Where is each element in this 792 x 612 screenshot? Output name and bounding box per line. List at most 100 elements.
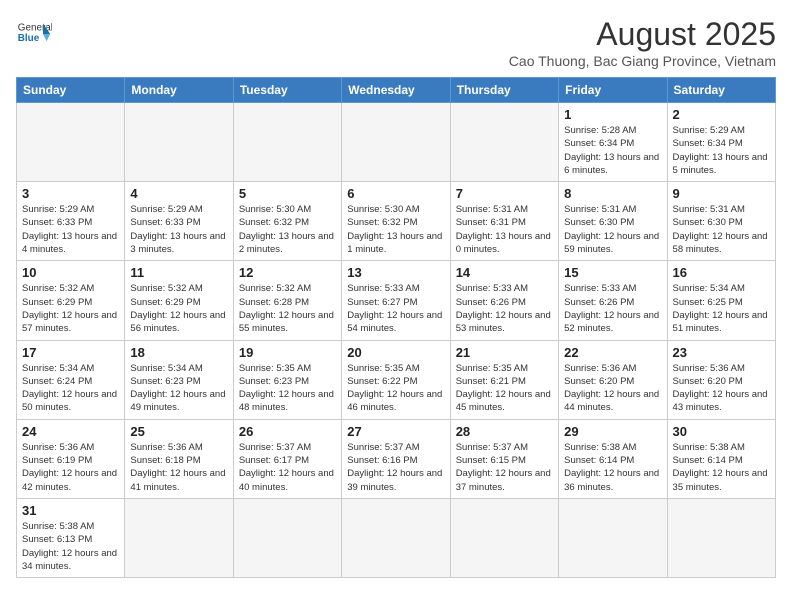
day-info: Sunrise: 5:34 AM Sunset: 6:23 PM Dayligh… xyxy=(130,362,227,415)
day-info: Sunrise: 5:36 AM Sunset: 6:20 PM Dayligh… xyxy=(564,362,661,415)
calendar-cell: 3 Sunrise: 5:29 AM Sunset: 6:33 PM Daylig… xyxy=(17,182,125,261)
logo-icon: General Blue xyxy=(16,16,52,52)
calendar-week-3: 10Sunrise: 5:32 AM Sunset: 6:29 PM Dayli… xyxy=(17,261,776,340)
day-info: Sunrise: 5:29 AM Sunset: 6:34 PM Dayligh… xyxy=(673,124,770,177)
calendar-cell xyxy=(450,103,558,182)
header-tuesday: Tuesday xyxy=(233,78,341,103)
header-monday: Monday xyxy=(125,78,233,103)
day-info: Sunrise: 5:35 AM Sunset: 6:21 PM Dayligh… xyxy=(456,362,553,415)
day-info: Sunrise: 5:32 AM Sunset: 6:29 PM Dayligh… xyxy=(130,282,227,335)
calendar-cell: 10Sunrise: 5:32 AM Sunset: 6:29 PM Dayli… xyxy=(17,261,125,340)
calendar-cell: 5Sunrise: 5:30 AM Sunset: 6:32 PM Daylig… xyxy=(233,182,341,261)
calendar-cell xyxy=(667,498,775,577)
calendar-cell xyxy=(233,103,341,182)
day-number: 17 xyxy=(22,345,119,360)
day-info: Sunrise: 5:37 AM Sunset: 6:16 PM Dayligh… xyxy=(347,441,444,494)
day-info: Sunrise: 5:31 AM Sunset: 6:30 PM Dayligh… xyxy=(673,203,770,256)
calendar-cell: 14Sunrise: 5:33 AM Sunset: 6:26 PM Dayli… xyxy=(450,261,558,340)
day-info: Sunrise: 5:35 AM Sunset: 6:22 PM Dayligh… xyxy=(347,362,444,415)
logo: General Blue xyxy=(16,16,52,52)
day-number: 29 xyxy=(564,424,661,439)
day-info: Sunrise: 5:31 AM Sunset: 6:31 PM Dayligh… xyxy=(456,203,553,256)
day-info: Sunrise: 5:33 AM Sunset: 6:26 PM Dayligh… xyxy=(564,282,661,335)
day-number: 1 xyxy=(564,107,661,122)
calendar-cell: 15 Sunrise: 5:33 AM Sunset: 6:26 PM Dayli… xyxy=(559,261,667,340)
day-number: 11 xyxy=(130,265,227,280)
day-number: 2 xyxy=(673,107,770,122)
day-number: 22 xyxy=(564,345,661,360)
day-info: Sunrise: 5:28 AM Sunset: 6:34 PM Dayligh… xyxy=(564,124,661,177)
header-thursday: Thursday xyxy=(450,78,558,103)
day-number: 16 xyxy=(673,265,770,280)
day-info: Sunrise: 5:29 AM Sunset: 6:33 PM Dayligh… xyxy=(130,203,227,256)
calendar-cell: 31Sunrise: 5:38 AM Sunset: 6:13 PM Dayli… xyxy=(17,498,125,577)
calendar-cell xyxy=(450,498,558,577)
calendar-cell xyxy=(17,103,125,182)
calendar-cell: 16Sunrise: 5:34 AM Sunset: 6:25 PM Dayli… xyxy=(667,261,775,340)
day-number: 6 xyxy=(347,186,444,201)
day-number: 13 xyxy=(347,265,444,280)
calendar-cell: 29 Sunrise: 5:38 AM Sunset: 6:14 PM Dayli… xyxy=(559,419,667,498)
day-info: Sunrise: 5:33 AM Sunset: 6:26 PM Dayligh… xyxy=(456,282,553,335)
calendar-cell: 24Sunrise: 5:36 AM Sunset: 6:19 PM Dayli… xyxy=(17,419,125,498)
header-sunday: Sunday xyxy=(17,78,125,103)
calendar-cell: 25 Sunrise: 5:36 AM Sunset: 6:18 PM Dayli… xyxy=(125,419,233,498)
header-wednesday: Wednesday xyxy=(342,78,450,103)
header-friday: Friday xyxy=(559,78,667,103)
day-number: 3 xyxy=(22,186,119,201)
day-number: 28 xyxy=(456,424,553,439)
page-title: August 2025 xyxy=(509,16,776,53)
day-number: 23 xyxy=(673,345,770,360)
day-number: 19 xyxy=(239,345,336,360)
header-saturday: Saturday xyxy=(667,78,775,103)
calendar-cell: 1 Sunrise: 5:28 AM Sunset: 6:34 PM Daylig… xyxy=(559,103,667,182)
calendar-cell: 22 Sunrise: 5:36 AM Sunset: 6:20 PM Dayli… xyxy=(559,340,667,419)
calendar-week-4: 17Sunrise: 5:34 AM Sunset: 6:24 PM Dayli… xyxy=(17,340,776,419)
day-info: Sunrise: 5:33 AM Sunset: 6:27 PM Dayligh… xyxy=(347,282,444,335)
calendar-cell: 19 Sunrise: 5:35 AM Sunset: 6:23 PM Dayli… xyxy=(233,340,341,419)
calendar-cell: 30Sunrise: 5:38 AM Sunset: 6:14 PM Dayli… xyxy=(667,419,775,498)
calendar-cell: 9Sunrise: 5:31 AM Sunset: 6:30 PM Daylig… xyxy=(667,182,775,261)
calendar-cell: 7 Sunrise: 5:31 AM Sunset: 6:31 PM Daylig… xyxy=(450,182,558,261)
day-number: 30 xyxy=(673,424,770,439)
day-number: 25 xyxy=(130,424,227,439)
calendar-cell xyxy=(342,498,450,577)
calendar-table: SundayMondayTuesdayWednesdayThursdayFrid… xyxy=(16,77,776,578)
day-info: Sunrise: 5:35 AM Sunset: 6:23 PM Dayligh… xyxy=(239,362,336,415)
day-info: Sunrise: 5:36 AM Sunset: 6:19 PM Dayligh… xyxy=(22,441,119,494)
day-number: 26 xyxy=(239,424,336,439)
calendar-cell: 12 Sunrise: 5:32 AM Sunset: 6:28 PM Dayli… xyxy=(233,261,341,340)
day-number: 4 xyxy=(130,186,227,201)
title-block: August 2025 Cao Thuong, Bac Giang Provin… xyxy=(509,16,776,69)
calendar-header-row: SundayMondayTuesdayWednesdayThursdayFrid… xyxy=(17,78,776,103)
day-info: Sunrise: 5:32 AM Sunset: 6:29 PM Dayligh… xyxy=(22,282,119,335)
calendar-cell: 26 Sunrise: 5:37 AM Sunset: 6:17 PM Dayli… xyxy=(233,419,341,498)
day-number: 18 xyxy=(130,345,227,360)
day-info: Sunrise: 5:31 AM Sunset: 6:30 PM Dayligh… xyxy=(564,203,661,256)
calendar-cell: 11 Sunrise: 5:32 AM Sunset: 6:29 PM Dayli… xyxy=(125,261,233,340)
calendar-cell: 21Sunrise: 5:35 AM Sunset: 6:21 PM Dayli… xyxy=(450,340,558,419)
day-info: Sunrise: 5:36 AM Sunset: 6:18 PM Dayligh… xyxy=(130,441,227,494)
calendar-cell: 18 Sunrise: 5:34 AM Sunset: 6:23 PM Dayli… xyxy=(125,340,233,419)
day-info: Sunrise: 5:30 AM Sunset: 6:32 PM Dayligh… xyxy=(347,203,444,256)
day-info: Sunrise: 5:29 AM Sunset: 6:33 PM Dayligh… xyxy=(22,203,119,256)
calendar-cell: 28Sunrise: 5:37 AM Sunset: 6:15 PM Dayli… xyxy=(450,419,558,498)
calendar-cell: 23 Sunrise: 5:36 AM Sunset: 6:20 PM Dayli… xyxy=(667,340,775,419)
day-info: Sunrise: 5:36 AM Sunset: 6:20 PM Dayligh… xyxy=(673,362,770,415)
calendar-cell: 4 Sunrise: 5:29 AM Sunset: 6:33 PM Daylig… xyxy=(125,182,233,261)
day-number: 7 xyxy=(456,186,553,201)
day-number: 12 xyxy=(239,265,336,280)
day-info: Sunrise: 5:37 AM Sunset: 6:17 PM Dayligh… xyxy=(239,441,336,494)
svg-text:Blue: Blue xyxy=(18,33,40,44)
calendar-cell xyxy=(125,103,233,182)
calendar-cell: 6 Sunrise: 5:30 AM Sunset: 6:32 PM Daylig… xyxy=(342,182,450,261)
page-header: General Blue August 2025 Cao Thuong, Bac… xyxy=(16,16,776,69)
calendar-cell xyxy=(125,498,233,577)
calendar-week-6: 31Sunrise: 5:38 AM Sunset: 6:13 PM Dayli… xyxy=(17,498,776,577)
day-info: Sunrise: 5:38 AM Sunset: 6:14 PM Dayligh… xyxy=(564,441,661,494)
day-number: 27 xyxy=(347,424,444,439)
day-number: 31 xyxy=(22,503,119,518)
day-info: Sunrise: 5:32 AM Sunset: 6:28 PM Dayligh… xyxy=(239,282,336,335)
day-number: 15 xyxy=(564,265,661,280)
calendar-cell: 27 Sunrise: 5:37 AM Sunset: 6:16 PM Dayli… xyxy=(342,419,450,498)
